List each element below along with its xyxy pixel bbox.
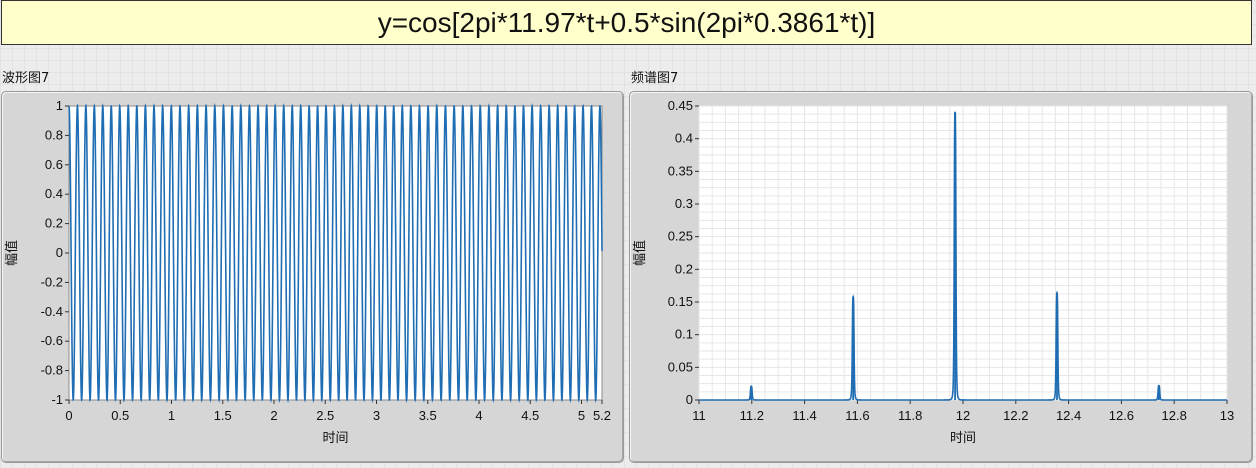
spectrum-x-tick-label: 11.8 — [898, 408, 922, 423]
waveform-chart: 10.80.60.40.20-0.2-0.4-0.6-0.8-10 0.5 1 1.5… — [4, 98, 611, 446]
waveform-y-tick-label: -0.2 — [41, 274, 63, 289]
spectrum-x-tick-label: 12 — [956, 408, 970, 423]
formula-display: y=cos[2pi*11.97*t+0.5*sin(2pi*0.3861*t)] — [1, 0, 1252, 45]
waveform-y-tick-label: 0 — [56, 245, 63, 260]
waveform-x-tick-label: 2.5 — [316, 408, 334, 423]
waveform-y-tick-label: -0.6 — [41, 333, 63, 348]
spectrum-y-tick-label: 0.2 — [675, 261, 693, 276]
waveform-title: 波形图7 — [2, 71, 50, 86]
waveform-x-tick-label: 4.5 — [521, 408, 539, 423]
spectrum-x-tick-label: 12.6 — [1109, 408, 1134, 423]
waveform-y-tick-label: 0.2 — [45, 216, 63, 231]
spectrum-y-tick-label: 0.3 — [675, 196, 693, 211]
spectrum-y-tick-label: 0.35 — [668, 163, 693, 178]
spectrum-y-tick-label: 0.1 — [675, 327, 693, 342]
spectrum-x-tick-label: 12.8 — [1162, 408, 1187, 423]
waveform-y-tick-label: -1 — [51, 392, 63, 407]
waveform-x-tick-label: 4 — [475, 408, 482, 423]
spectrum-y-tick-label: 0.4 — [675, 131, 693, 146]
waveform-x-tick-label: 1 — [168, 408, 175, 423]
waveform-y-axis-label: 幅值 — [4, 240, 20, 266]
spectrum-title: 频谱图7 — [631, 71, 679, 86]
spectrum-y-tick-label: 0 — [686, 392, 693, 407]
spectrum-y-tick-label: 0.45 — [668, 98, 693, 113]
spectrum-graph-panel: 0.45 0.4 0.35 0.3 0.25 0.2 0.15 0.1 0.05 0 11 11.2 1… — [629, 91, 1253, 463]
waveform-x-tick-label: 0 — [65, 408, 72, 423]
waveform-x-tick-label: 1.5 — [214, 408, 232, 423]
waveform-x-tick-label: 5 — [578, 408, 585, 423]
spectrum-x-tick-label: 11 — [692, 408, 706, 423]
spectrum-y-tick-label: 0.05 — [668, 359, 693, 374]
spectrum-x-tick-label: 11.4 — [792, 408, 816, 423]
waveform-x-tick-label: 5.2 — [593, 408, 611, 423]
waveform-x-tick-label: 3.5 — [419, 408, 437, 423]
waveform-y-tick-label: -0.8 — [41, 363, 63, 378]
spectrum-chart: 0.45 0.4 0.35 0.3 0.25 0.2 0.15 0.1 0.05 011 11.2 1… — [632, 98, 1234, 446]
waveform-x-tick-label: 0.5 — [111, 408, 129, 423]
spectrum-y-tick-label: 0.25 — [668, 229, 693, 244]
waveform-y-tick-label: -0.4 — [41, 304, 63, 319]
waveform-x-axis-label: 时间 — [322, 431, 348, 446]
spectrum-y-tick-label: 0.15 — [668, 294, 693, 309]
spectrum-x-tick-label: 12.4 — [1056, 408, 1081, 423]
waveform-x-tick-label: 2 — [270, 408, 277, 423]
waveform-y-tick-label: 0.8 — [45, 127, 63, 142]
waveform-y-tick-label: 0.6 — [45, 157, 63, 172]
waveform-y-tick-label: 1 — [56, 98, 63, 113]
waveform-y-tick-label: 0.4 — [45, 186, 63, 201]
waveform-x-tick-label: 3 — [373, 408, 380, 423]
spectrum-y-axis-label: 幅值 — [632, 240, 648, 266]
spectrum-x-tick-label: 11.2 — [740, 408, 764, 423]
spectrum-x-axis-label: 时间 — [950, 431, 976, 446]
spectrum-grid — [698, 105, 1228, 401]
spectrum-x-tick-label: 12.2 — [1003, 408, 1028, 423]
waveform-graph-panel: 1 0.8 0.6 0.4 0.2 0 -0.2 -0.4 -0.6 -0.8 -1 0 0.5 1 1.5… — [1, 91, 624, 463]
spectrum-x-tick-label: 13 — [1220, 408, 1234, 423]
spectrum-x-tick-label: 11.6 — [845, 408, 869, 423]
